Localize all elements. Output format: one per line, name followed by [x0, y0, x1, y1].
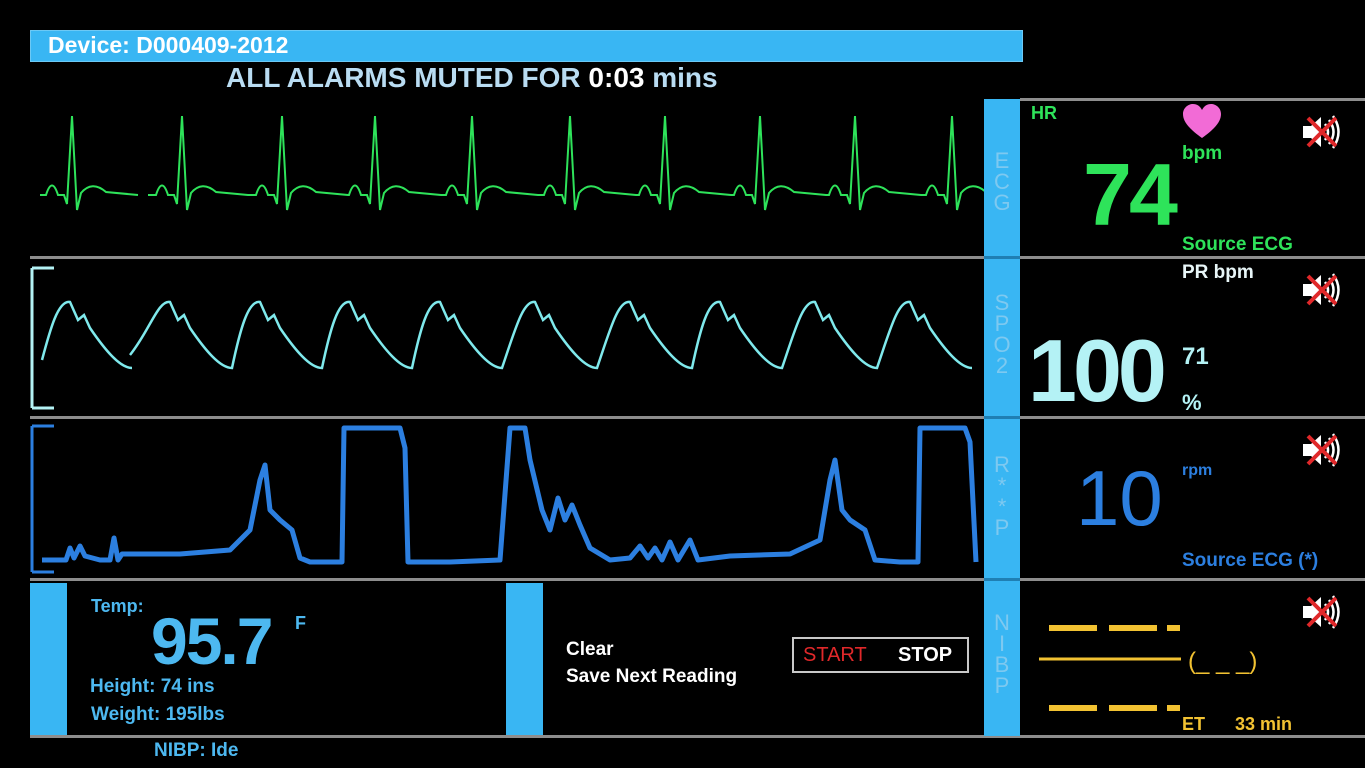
stop-button[interactable]: STOP — [898, 644, 952, 667]
resp-waveform — [30, 424, 979, 574]
alarm-status: ALL ALARMS MUTED FOR 0:03 mins — [226, 62, 718, 94]
temp-unit: F — [295, 613, 306, 633]
et-label: ET — [1182, 714, 1206, 734]
resp-unit: rpm — [1182, 462, 1213, 479]
resp-value: 10 — [1076, 454, 1163, 542]
start-button[interactable]: START — [803, 644, 867, 667]
hr-title: HR — [1031, 103, 1057, 123]
separator — [984, 578, 1020, 581]
pr-value: 71 — [1182, 343, 1209, 370]
nibp-dash-lines — [1039, 625, 1181, 711]
nibp-status: NIBP: Ide — [154, 740, 239, 761]
tab-ecg-label: ECG — [993, 148, 1011, 215]
separator — [30, 416, 1365, 419]
separator — [30, 578, 1365, 581]
tab-nibp[interactable]: NIBP — [984, 610, 1020, 698]
spo2-value: 100 — [1028, 321, 1167, 420]
clear-button[interactable]: Clear — [566, 639, 614, 661]
tab-nibp-label: NIBP — [994, 610, 1010, 698]
speaker-muted-icon[interactable] — [1300, 270, 1344, 310]
spo2-unit: % — [1182, 390, 1202, 415]
start-stop-control: START STOP — [792, 637, 969, 673]
height-text: Height: 74 ins — [90, 676, 215, 697]
separator — [984, 416, 1020, 419]
speaker-muted-icon[interactable] — [1300, 592, 1344, 632]
speaker-muted-icon[interactable] — [1300, 112, 1344, 152]
ecg-waveform — [40, 115, 985, 211]
alarm-prefix: ALL ALARMS MUTED FOR — [226, 62, 581, 93]
temp-value: 95.7 — [151, 604, 273, 678]
alarm-unit: mins — [652, 62, 718, 93]
controls-side-bar — [506, 583, 543, 735]
et-value: 33 min — [1235, 714, 1293, 734]
temp-label: Temp: — [91, 596, 144, 616]
separator — [30, 256, 1365, 259]
tab-resp-label: R * * P — [994, 452, 1010, 540]
hr-unit: bpm — [1182, 143, 1223, 164]
pr-label: PR bpm — [1182, 262, 1254, 283]
nibp-mean: (_ _ _) — [1188, 648, 1258, 675]
tab-spo2-label: SPO2 — [993, 290, 1011, 378]
device-bar: Device: D000409-2012 — [30, 30, 1023, 62]
save-next-reading-button[interactable]: Save Next Reading — [566, 666, 737, 688]
speaker-muted-icon[interactable] — [1300, 430, 1344, 470]
heart-icon — [1183, 104, 1221, 138]
device-label: Device: D000409-2012 — [48, 32, 289, 58]
tab-ecg[interactable]: ECG — [984, 148, 1020, 215]
separator — [1020, 98, 1365, 101]
tab-spo2[interactable]: SPO2 — [984, 290, 1020, 378]
spo2-waveform — [30, 266, 973, 410]
resp-source: Source ECG (*) — [1182, 550, 1319, 571]
tab-resp[interactable]: R * * P — [984, 452, 1020, 540]
hr-source: Source ECG — [1182, 234, 1293, 255]
temp-side-bar — [30, 583, 67, 735]
separator — [30, 735, 1365, 738]
separator — [984, 256, 1020, 259]
weight-text: Weight: 195lbs — [91, 704, 225, 725]
hr-value: 74 — [1083, 145, 1178, 244]
alarm-time: 0:03 — [588, 62, 645, 93]
